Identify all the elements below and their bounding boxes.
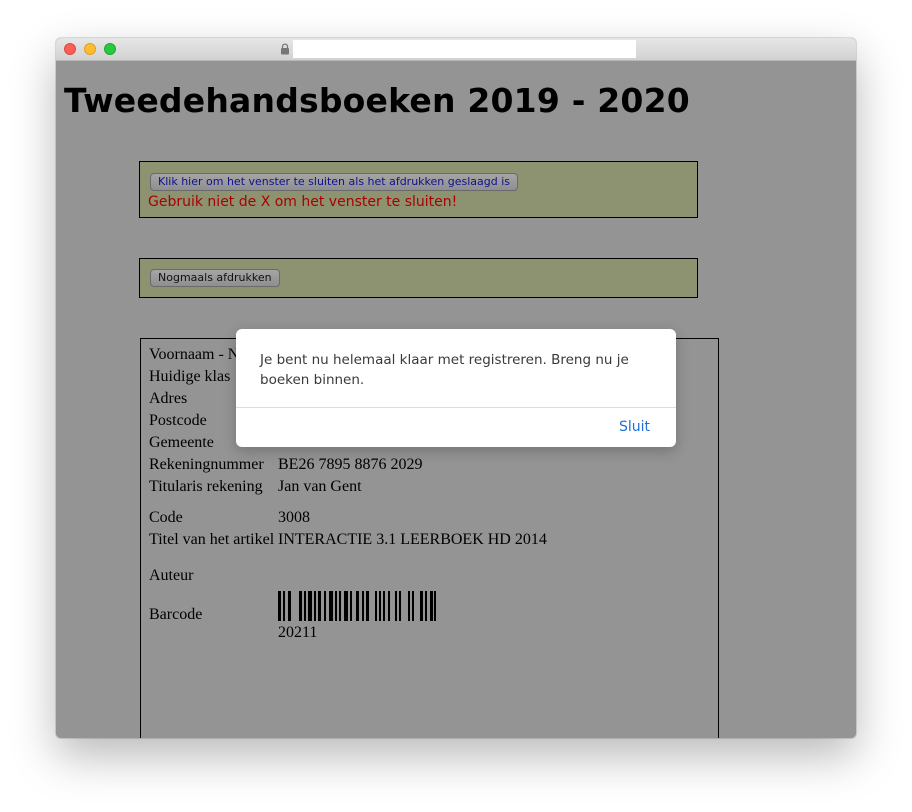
field-label-article-title: Titel van het artikel [149,531,275,548]
field-value-code: 3008 [278,509,310,526]
address-bar[interactable] [293,40,636,58]
dialog-message: Je bent nu helemaal klaar met registrere… [260,352,629,388]
field-label-name: Voornaam - N [149,346,240,363]
field-label-account-holder: Titularis rekening [149,478,263,495]
dialog-divider [236,407,676,408]
print-panel: Nogmaals afdrukken [139,258,698,298]
page-title: Tweedehandsboeken 2019 - 2020 [64,81,690,120]
title-bar [56,38,856,61]
close-panel: Klik hier om het venster te sluiten als … [139,161,698,218]
minimize-icon[interactable] [84,43,96,55]
barcode-number: 20211 [278,624,318,641]
field-label-barcode: Barcode [149,606,203,623]
field-label-author: Auteur [149,567,194,584]
dialog-close-button[interactable]: Sluit [619,419,650,435]
field-label-account-number: Rekeningnummer [149,456,264,473]
field-label-address: Adres [149,390,188,407]
browser-window: Tweedehandsboeken 2019 - 2020 Klik hier … [56,38,856,738]
field-label-postcode: Postcode [149,412,207,429]
close-window-button[interactable]: Klik hier om het venster te sluiten als … [150,173,519,191]
alert-dialog: Je bent nu helemaal klaar met registrere… [236,329,676,447]
field-label-class: Huidige klas [149,368,231,385]
zoom-icon[interactable] [104,43,116,55]
field-label-code: Code [149,509,183,526]
print-again-button[interactable]: Nogmaals afdrukken [150,269,280,287]
field-label-municipality: Gemeente [149,434,214,451]
field-value-account-number: BE26 7895 8876 2029 [278,456,423,473]
field-value-account-holder: Jan van Gent [278,478,362,495]
field-value-article-title: INTERACTIE 3.1 LEERBOEK HD 2014 [278,531,547,548]
close-icon[interactable] [64,43,76,55]
page-content: Tweedehandsboeken 2019 - 2020 Klik hier … [56,61,856,738]
lock-icon [281,43,289,55]
warning-text: Gebruik niet de X om het venster te slui… [148,194,458,210]
